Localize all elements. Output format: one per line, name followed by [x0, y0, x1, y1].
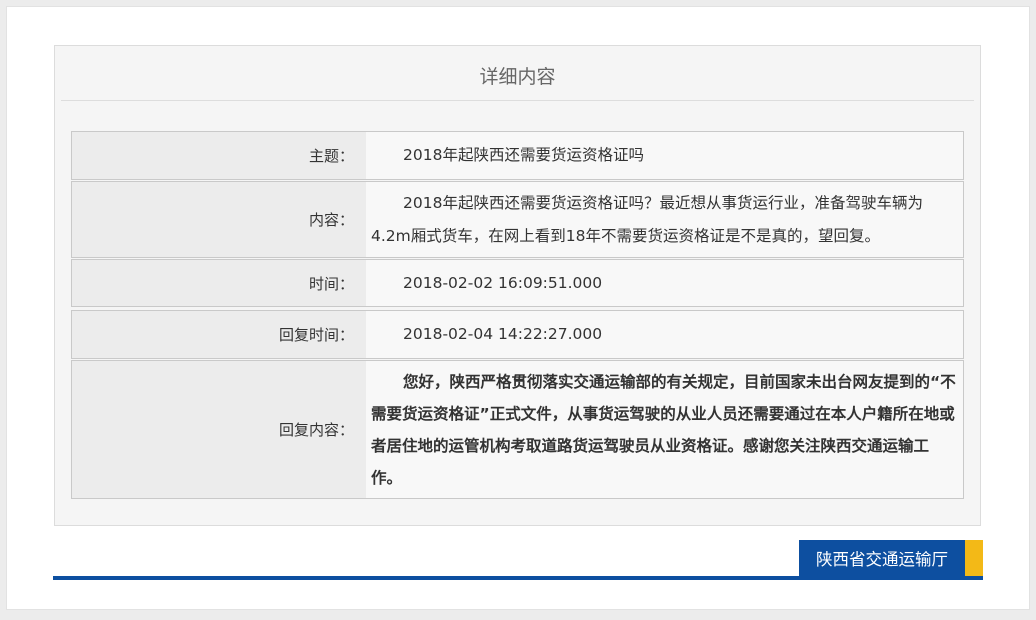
field-value-subject: 2018年起陕西还需要货运资格证吗: [403, 146, 644, 164]
field-row-time: 时间： 2018-02-02 16:09:51.000: [71, 259, 964, 307]
field-row-subject: 主题： 2018年起陕西还需要货运资格证吗: [71, 131, 964, 180]
footer-brand-label[interactable]: 陕西省交通运输厅: [799, 540, 965, 576]
field-label-reply-time: 回复时间：: [72, 311, 366, 358]
field-value-reply-time: 2018-02-04 14:22:27.000: [403, 325, 603, 343]
field-value-content: 2018年起陕西还需要货运资格证吗？最近想从事货运行业，准备驾驶车辆为4.2m厢…: [371, 193, 923, 245]
field-row-reply-time: 回复时间： 2018-02-04 14:22:27.000: [71, 310, 964, 359]
field-label-content: 内容：: [72, 182, 366, 257]
footer-brand-accent: [965, 540, 983, 576]
footer-divider: [53, 576, 983, 580]
field-value-time: 2018-02-02 16:09:51.000: [403, 273, 603, 292]
field-row-reply-content: 回复内容： 您好，陕西严格贯彻落实交通运输部的有关规定，目前国家未出台网友提到的…: [71, 360, 964, 499]
field-label-reply-content: 回复内容：: [72, 361, 366, 498]
field-label-time: 时间：: [72, 260, 366, 306]
field-row-content: 内容： 2018年起陕西还需要货运资格证吗？最近想从事货运行业，准备驾驶车辆为4…: [71, 181, 964, 258]
page-container: 详细内容 主题： 2018年起陕西还需要货运资格证吗 内容： 2018年起陕西还…: [6, 6, 1030, 610]
detail-panel: 详细内容 主题： 2018年起陕西还需要货运资格证吗 内容： 2018年起陕西还…: [54, 45, 981, 526]
field-value-reply-content: 您好，陕西严格贯彻落实交通运输部的有关规定，目前国家未出台网友提到的“不需要货运…: [371, 372, 956, 487]
field-label-subject: 主题：: [72, 132, 366, 179]
panel-title: 详细内容: [61, 46, 974, 101]
